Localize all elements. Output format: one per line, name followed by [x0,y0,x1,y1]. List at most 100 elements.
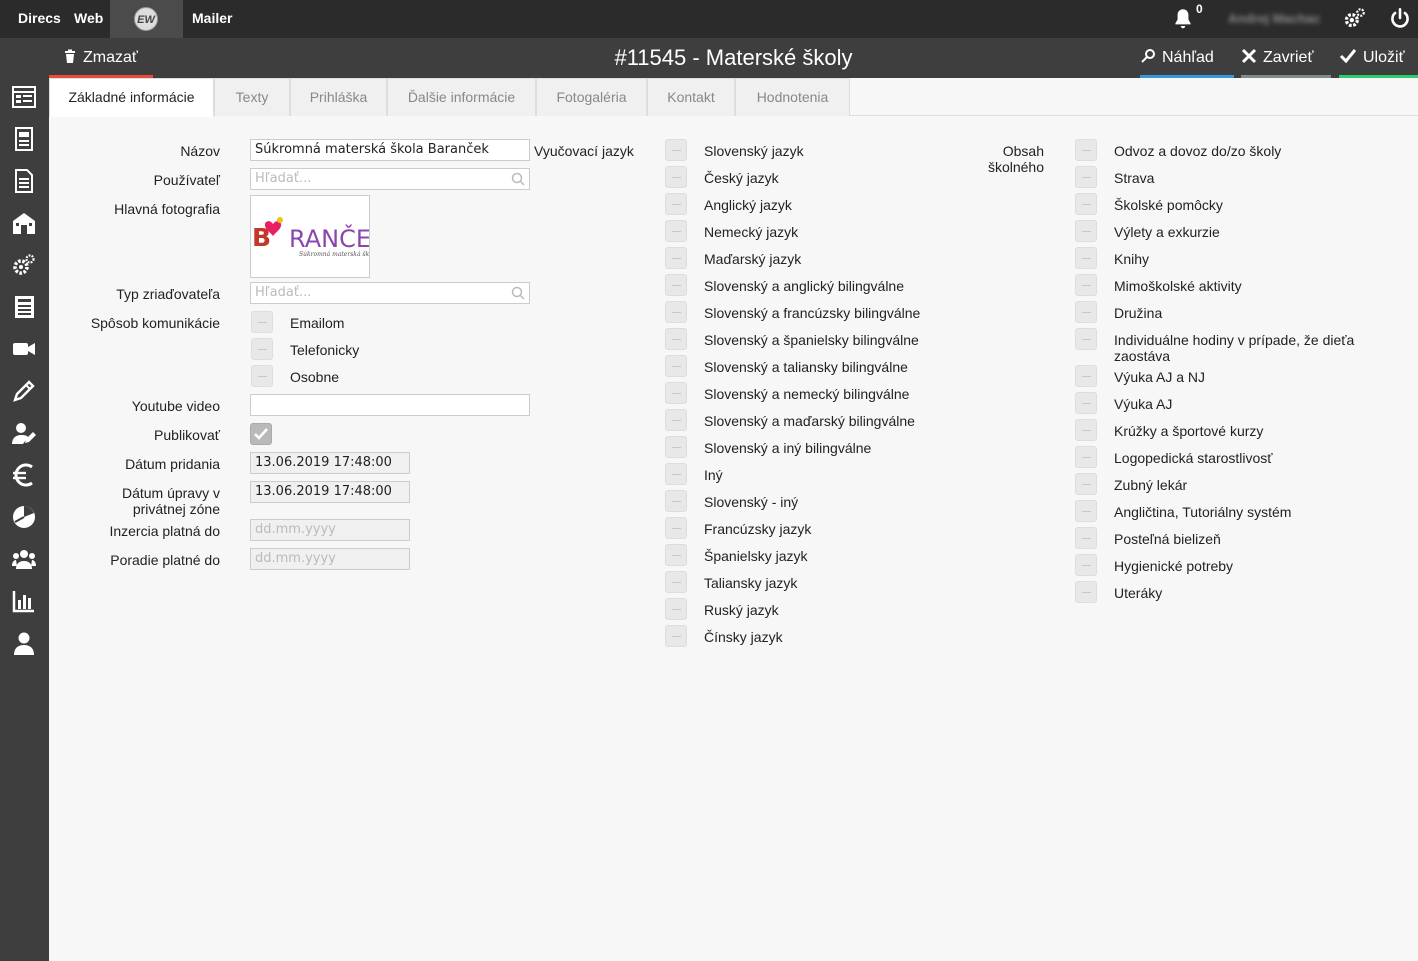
euro-icon[interactable] [12,463,36,487]
tuition-option-checkbox[interactable] [1075,446,1097,468]
tuition-option-checkbox[interactable] [1075,365,1097,387]
date-modified-input[interactable]: 13.06.2019 17:48:00 [250,481,410,503]
tab-ratings[interactable]: Hodnotenia [735,78,850,116]
tuition-option-checkbox[interactable] [1075,392,1097,414]
language-option-label: Ruský jazyk [704,602,779,618]
language-option-checkbox[interactable] [665,517,687,539]
user-icon[interactable] [12,631,36,655]
notification-count: 0 [1196,2,1203,16]
language-option-label: Slovenský a taliansky bilingválne [704,359,908,375]
tuition-option-checkbox[interactable] [1075,220,1097,242]
language-option-checkbox[interactable] [665,598,687,620]
tab-application[interactable]: Prihláška [290,78,387,116]
tuition-option-checkbox[interactable] [1075,193,1097,215]
language-option-checkbox[interactable] [665,436,687,458]
tuition-option-checkbox[interactable] [1075,166,1097,188]
tuition-option-checkbox[interactable] [1075,554,1097,576]
language-option-checkbox[interactable] [665,463,687,485]
language-option-checkbox[interactable] [665,409,687,431]
users-icon[interactable] [12,547,36,571]
tab-bar: Základné informácie Texty Prihláška Ďalš… [49,78,1418,117]
tuition-option-checkbox[interactable] [1075,473,1097,495]
user-search-input[interactable]: Hľadať... [250,168,530,190]
user-edit-icon[interactable] [12,421,36,445]
comm-email-checkbox[interactable] [251,311,273,333]
tuition-option-label: Hygienické potreby [1114,558,1234,574]
language-option-checkbox[interactable] [665,355,687,377]
gears-icon[interactable] [12,253,36,277]
tab-gallery[interactable]: Fotogaléria [536,78,647,116]
tuition-option-checkbox[interactable] [1075,274,1097,296]
preview-button[interactable]: Náhľad [1140,38,1234,78]
nav-mailer[interactable]: Mailer [192,0,232,38]
ad-valid-input[interactable]: dd.mm.yyyy [250,519,410,541]
tuition-option-checkbox[interactable] [1075,527,1097,549]
publish-checkbox[interactable] [250,423,272,445]
tuition-option-label: Zubný lekár [1114,477,1188,493]
main-photo[interactable]: B RANČEK Súkromná materská škola [250,195,370,278]
tuition-option-checkbox[interactable] [1075,581,1097,603]
comm-personal-checkbox[interactable] [251,365,273,387]
delete-label: Zmazať [83,49,138,66]
save-button[interactable]: Uložiť [1339,38,1418,78]
dashboard-icon[interactable] [12,85,36,109]
tuition-option-label: Uteráky [1114,585,1163,601]
tuition-option-label: Odvoz a dovoz do/zo školy [1114,143,1282,159]
language-option-checkbox[interactable] [665,544,687,566]
nav-direcs[interactable]: Direcs [18,0,61,38]
tuition-option-checkbox[interactable] [1075,500,1097,522]
language-option-checkbox[interactable] [665,247,687,269]
order-valid-input[interactable]: dd.mm.yyyy [250,548,410,570]
language-option-checkbox[interactable] [665,625,687,647]
date-added-input[interactable]: 13.06.2019 17:48:00 [250,452,410,474]
school-building-icon[interactable] [12,211,36,235]
youtube-input[interactable] [250,394,530,416]
trash-icon [65,49,75,63]
close-button[interactable]: Zavrieť [1241,38,1331,78]
language-option-checkbox[interactable] [665,274,687,296]
publish-label: Publikovať [154,427,220,443]
power-icon[interactable] [1387,6,1413,32]
name-input[interactable]: Súkromná materská škola Baranček [250,139,530,161]
language-option-checkbox[interactable] [665,193,687,215]
newspaper-icon[interactable] [12,295,36,319]
language-option-checkbox[interactable] [665,139,687,161]
pencil-icon[interactable] [12,379,36,403]
settings-gears-icon[interactable] [1341,6,1367,32]
nav-ew-tab[interactable]: EW [110,0,183,38]
language-option-checkbox[interactable] [665,166,687,188]
tuition-option-checkbox[interactable] [1075,139,1097,161]
tuition-option-checkbox[interactable] [1075,301,1097,323]
tab-basic-info[interactable]: Základné informácie [49,78,214,117]
founder-search-input[interactable]: Hľadať... [250,282,530,304]
pie-chart-icon[interactable] [12,505,36,529]
nav-web[interactable]: Web [74,0,103,38]
close-icon [1241,48,1257,63]
language-option-checkbox[interactable] [665,220,687,242]
language-option-checkbox[interactable] [665,490,687,512]
language-option-checkbox[interactable] [665,571,687,593]
language-option-checkbox[interactable] [665,301,687,323]
check-icon [1339,48,1357,63]
tuition-option-checkbox[interactable] [1075,328,1097,350]
tab-contact[interactable]: Kontakt [647,78,735,116]
tuition-option-label: Výuka AJ [1114,396,1173,412]
document-icon[interactable] [12,169,36,193]
bell-icon[interactable] [1170,6,1196,32]
tuition-option-checkbox[interactable] [1075,247,1097,269]
tab-texts[interactable]: Texty [214,78,290,116]
comm-phone-checkbox[interactable] [251,338,273,360]
language-option-checkbox[interactable] [665,382,687,404]
page-list-icon[interactable] [12,127,36,151]
tuition-option-checkbox[interactable] [1075,419,1097,441]
date-modified-label-line1: Dátum úpravy v [121,485,220,501]
video-camera-icon[interactable] [12,337,36,361]
language-option-label: Slovenský a nemecký bilingválne [704,386,910,402]
youtube-label: Youtube video [131,398,220,414]
language-option-checkbox[interactable] [665,328,687,350]
bar-chart-icon[interactable] [12,589,36,613]
delete-button[interactable]: Zmazať [49,38,153,78]
user-name[interactable]: Andrej Machac [1228,11,1320,26]
tab-more-info[interactable]: Ďalšie informácie [387,78,536,116]
tuition-option-label: Angličtina, Tutoriálny systém [1114,504,1292,520]
